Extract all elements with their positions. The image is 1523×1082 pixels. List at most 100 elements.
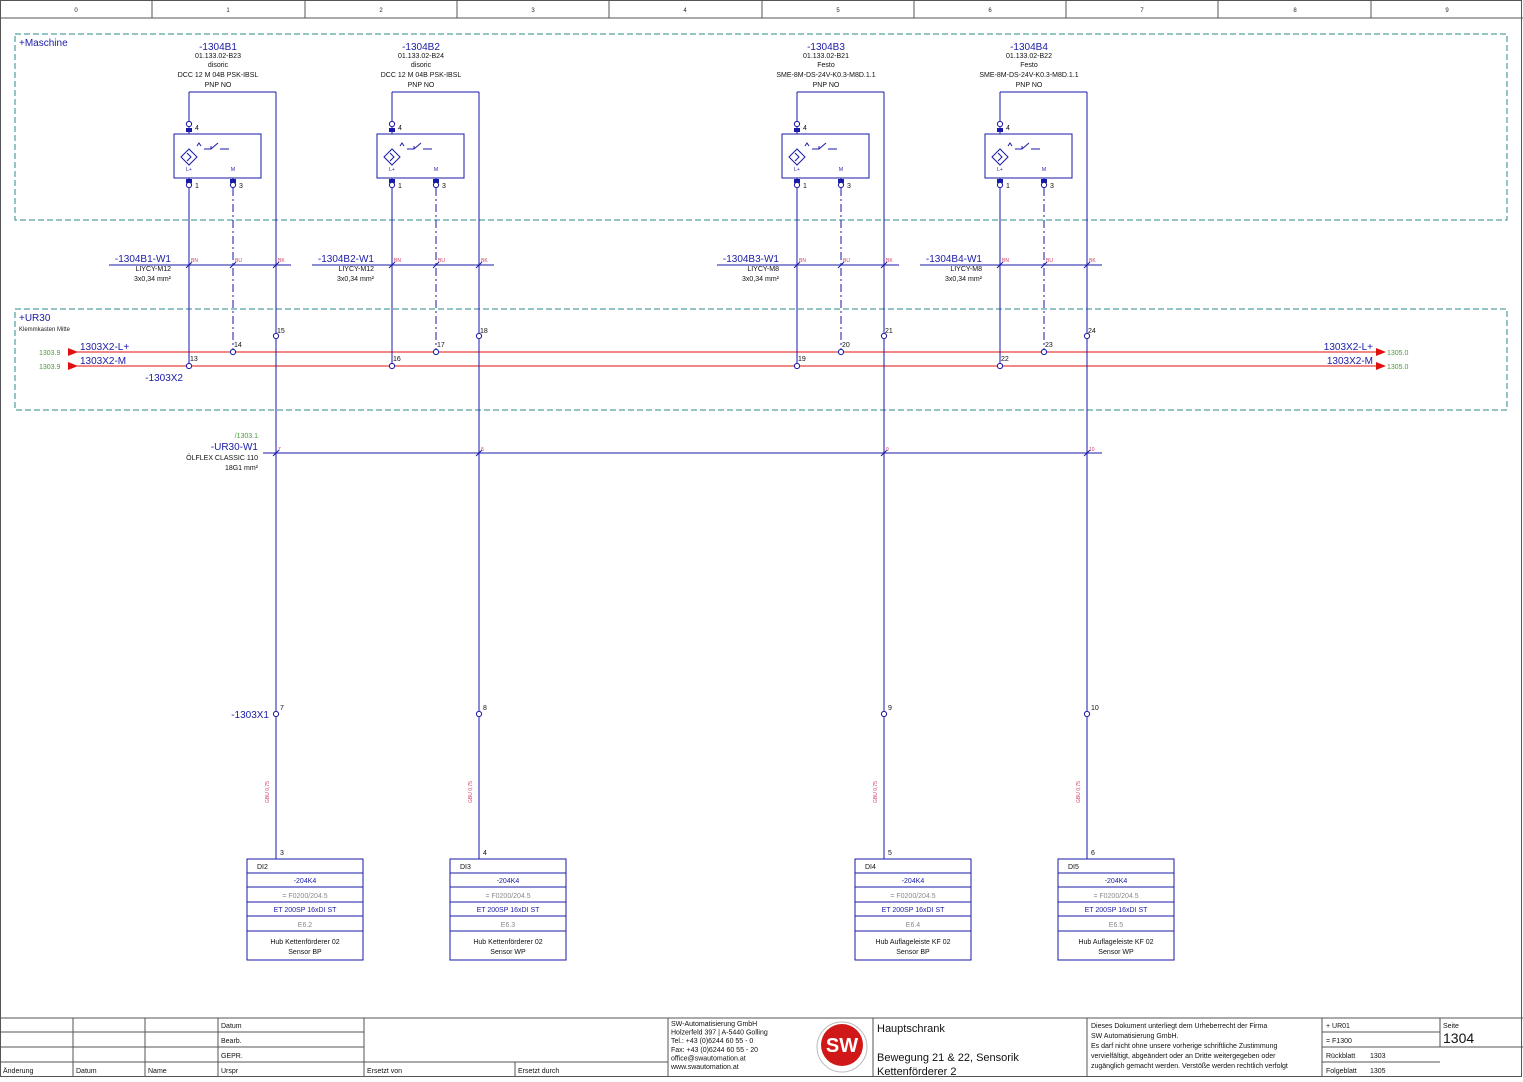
di-address: E6.2 bbox=[298, 922, 313, 929]
tb-page-label: Seite bbox=[1443, 1023, 1459, 1030]
pin-4 bbox=[996, 120, 1004, 128]
company-line: www.swautomation.at bbox=[670, 1064, 739, 1071]
pin-1-label: 1 bbox=[195, 183, 199, 190]
pin-3 bbox=[837, 181, 845, 189]
cable-size: 3x0,34 mm² bbox=[134, 276, 172, 283]
company-line: Fax: +43 (0)6244 60 55 - 20 bbox=[671, 1047, 758, 1054]
terminal-bn bbox=[793, 362, 801, 370]
core-number: 8 bbox=[481, 447, 484, 453]
terminal-bn bbox=[388, 362, 396, 370]
drawing-title: Hauptschrank bbox=[877, 1023, 945, 1035]
tb-page-number: 1304 bbox=[1443, 1030, 1474, 1046]
di-module-type: ET 200SP 16xDI ST bbox=[477, 907, 540, 914]
pin-lplus-label: L+ bbox=[794, 167, 800, 173]
wire-color-bn: BN bbox=[799, 258, 806, 264]
rail-lplus-src: 1303.9 bbox=[39, 350, 61, 357]
rail-m-label-right: 1303X2-M bbox=[1327, 356, 1373, 367]
cable-type: LIYCY-M12 bbox=[135, 266, 171, 273]
rail-m-label: 1303X2-M bbox=[80, 356, 126, 367]
tb-replaced-from: Ersetzt von bbox=[367, 1068, 402, 1075]
pin-lplus-label: L+ bbox=[997, 167, 1003, 173]
di-location: = F0200/204.5 bbox=[1093, 893, 1138, 900]
di-module-type: ET 200SP 16xDI ST bbox=[882, 907, 945, 914]
terminal-number: 23 bbox=[1045, 342, 1053, 349]
rail-lplus-label-right: 1303X2-L+ bbox=[1324, 342, 1373, 353]
terminal-bu bbox=[1040, 348, 1048, 356]
terminal-number: 21 bbox=[885, 328, 893, 335]
core-number: 7 bbox=[278, 447, 281, 453]
wire-label: GBU 0,75 bbox=[1076, 781, 1082, 803]
terminal-number: 15 bbox=[277, 328, 285, 335]
core-number: 9 bbox=[886, 447, 889, 453]
main-cable-tag: -UR30-W1 bbox=[211, 442, 259, 453]
sensor-type: SME-8M-DS-24V-K0.3-M8D.1.1 bbox=[979, 72, 1078, 79]
di-channel-name: DI3 bbox=[460, 864, 471, 871]
sensor-type: DCC 12 M 04B PSK-IBSL bbox=[178, 72, 259, 79]
di-location: = F0200/204.5 bbox=[282, 893, 327, 900]
sensor-tag: -1304B4 bbox=[1010, 42, 1048, 53]
pin-4-label: 4 bbox=[398, 125, 402, 132]
di-device-tag: -204K4 bbox=[294, 878, 317, 885]
pin-1-label: 1 bbox=[803, 183, 807, 190]
rail-lplus-label: 1303X2-L+ bbox=[80, 342, 129, 353]
terminal-x1 bbox=[475, 710, 483, 718]
rail-lplus-dst: 1305.0 bbox=[1387, 350, 1409, 357]
terminal-number: 13 bbox=[190, 356, 198, 363]
terminal-strip-x1: -1303X1 bbox=[231, 710, 269, 721]
main-cable-size: 18G1 mm² bbox=[225, 465, 259, 472]
schematic-sheet: 0123456789 +Maschine +UR30 Klemmkasten M… bbox=[0, 0, 1523, 1078]
cable-tag: -1304B3-W1 bbox=[723, 254, 780, 265]
terminal-strip-x2: -1303X2 bbox=[145, 373, 183, 384]
terminal-x1-number: 9 bbox=[888, 705, 892, 712]
rail-m-src: 1303.9 bbox=[39, 364, 61, 371]
di-device-tag: -204K4 bbox=[1105, 878, 1128, 885]
wire-color-bu: BU bbox=[438, 258, 445, 264]
pin-3-label: 3 bbox=[847, 183, 851, 190]
rail-m-dst: 1305.0 bbox=[1387, 364, 1409, 371]
terminal-x1-number: 8 bbox=[483, 705, 487, 712]
sensor-function: PNP NO bbox=[408, 82, 435, 89]
main-cable-type: ÖLFLEX CLASSIC 110 bbox=[186, 454, 258, 462]
di-description: Hub Auflageleiste KF 02 bbox=[875, 939, 950, 946]
sensor-maker: disoric bbox=[411, 62, 432, 69]
di-terminal-number: 4 bbox=[483, 850, 487, 857]
drawing-subtitle-1: Bewegung 21 & 22, Sensorik bbox=[877, 1052, 1019, 1064]
terminal-bu bbox=[229, 348, 237, 356]
cable-tag: -1304B1-W1 bbox=[115, 254, 172, 265]
tb-edit-label: Bearb. bbox=[221, 1038, 242, 1045]
terminal-number: 18 bbox=[480, 328, 488, 335]
wire-label: GBU 0,75 bbox=[873, 781, 879, 803]
wire-color-bk: BK bbox=[481, 258, 488, 264]
cable-tag: -1304B2-W1 bbox=[318, 254, 375, 265]
terminal-bn bbox=[996, 362, 1004, 370]
company-logo: SW bbox=[816, 1021, 868, 1073]
terminal-x1 bbox=[880, 710, 888, 718]
copyright-line: Dieses Dokument unterliegt dem Urheberre… bbox=[1091, 1023, 1267, 1030]
pin-m-label: M bbox=[1042, 167, 1046, 173]
pin-3 bbox=[1040, 181, 1048, 189]
company-line: office@swautomation.at bbox=[671, 1055, 746, 1062]
tb-change-label: Änderung bbox=[3, 1067, 33, 1075]
tb-footer-orig: Urspr bbox=[221, 1068, 239, 1075]
tb-next-page: 1305 bbox=[1370, 1068, 1386, 1075]
cable-size: 3x0,34 mm² bbox=[945, 276, 983, 283]
sensor-type: SME-8M-DS-24V-K0.3-M8D.1.1 bbox=[776, 72, 875, 79]
copyright-line: Es darf nicht ohne unsere vorherige schr… bbox=[1091, 1043, 1277, 1050]
terminal-x1-number: 10 bbox=[1091, 705, 1099, 712]
sensor-part-number: 01.133.02-B23 bbox=[195, 53, 241, 60]
wire-color-bu: BU bbox=[843, 258, 850, 264]
sensor-type: DCC 12 M 04B PSK-IBSL bbox=[381, 72, 462, 79]
pin-1 bbox=[996, 181, 1004, 189]
tb-next-label: Folgeblatt bbox=[1326, 1068, 1357, 1075]
di-channel-name: DI2 bbox=[257, 864, 268, 871]
terminal-bu bbox=[837, 348, 845, 356]
wire-color-bk: BK bbox=[278, 258, 285, 264]
wire-color-bk: BK bbox=[886, 258, 893, 264]
schematic-canvas: 0123456789 +Maschine +UR30 Klemmkasten M… bbox=[0, 0, 1523, 1078]
di-description-2: Sensor WP bbox=[490, 949, 526, 956]
di-location: = F0200/204.5 bbox=[890, 893, 935, 900]
di-terminal-number: 3 bbox=[280, 850, 284, 857]
terminal-number: 22 bbox=[1001, 356, 1009, 363]
terminal-bu bbox=[432, 348, 440, 356]
sensor-part-number: 01.133.02-B22 bbox=[1006, 53, 1052, 60]
